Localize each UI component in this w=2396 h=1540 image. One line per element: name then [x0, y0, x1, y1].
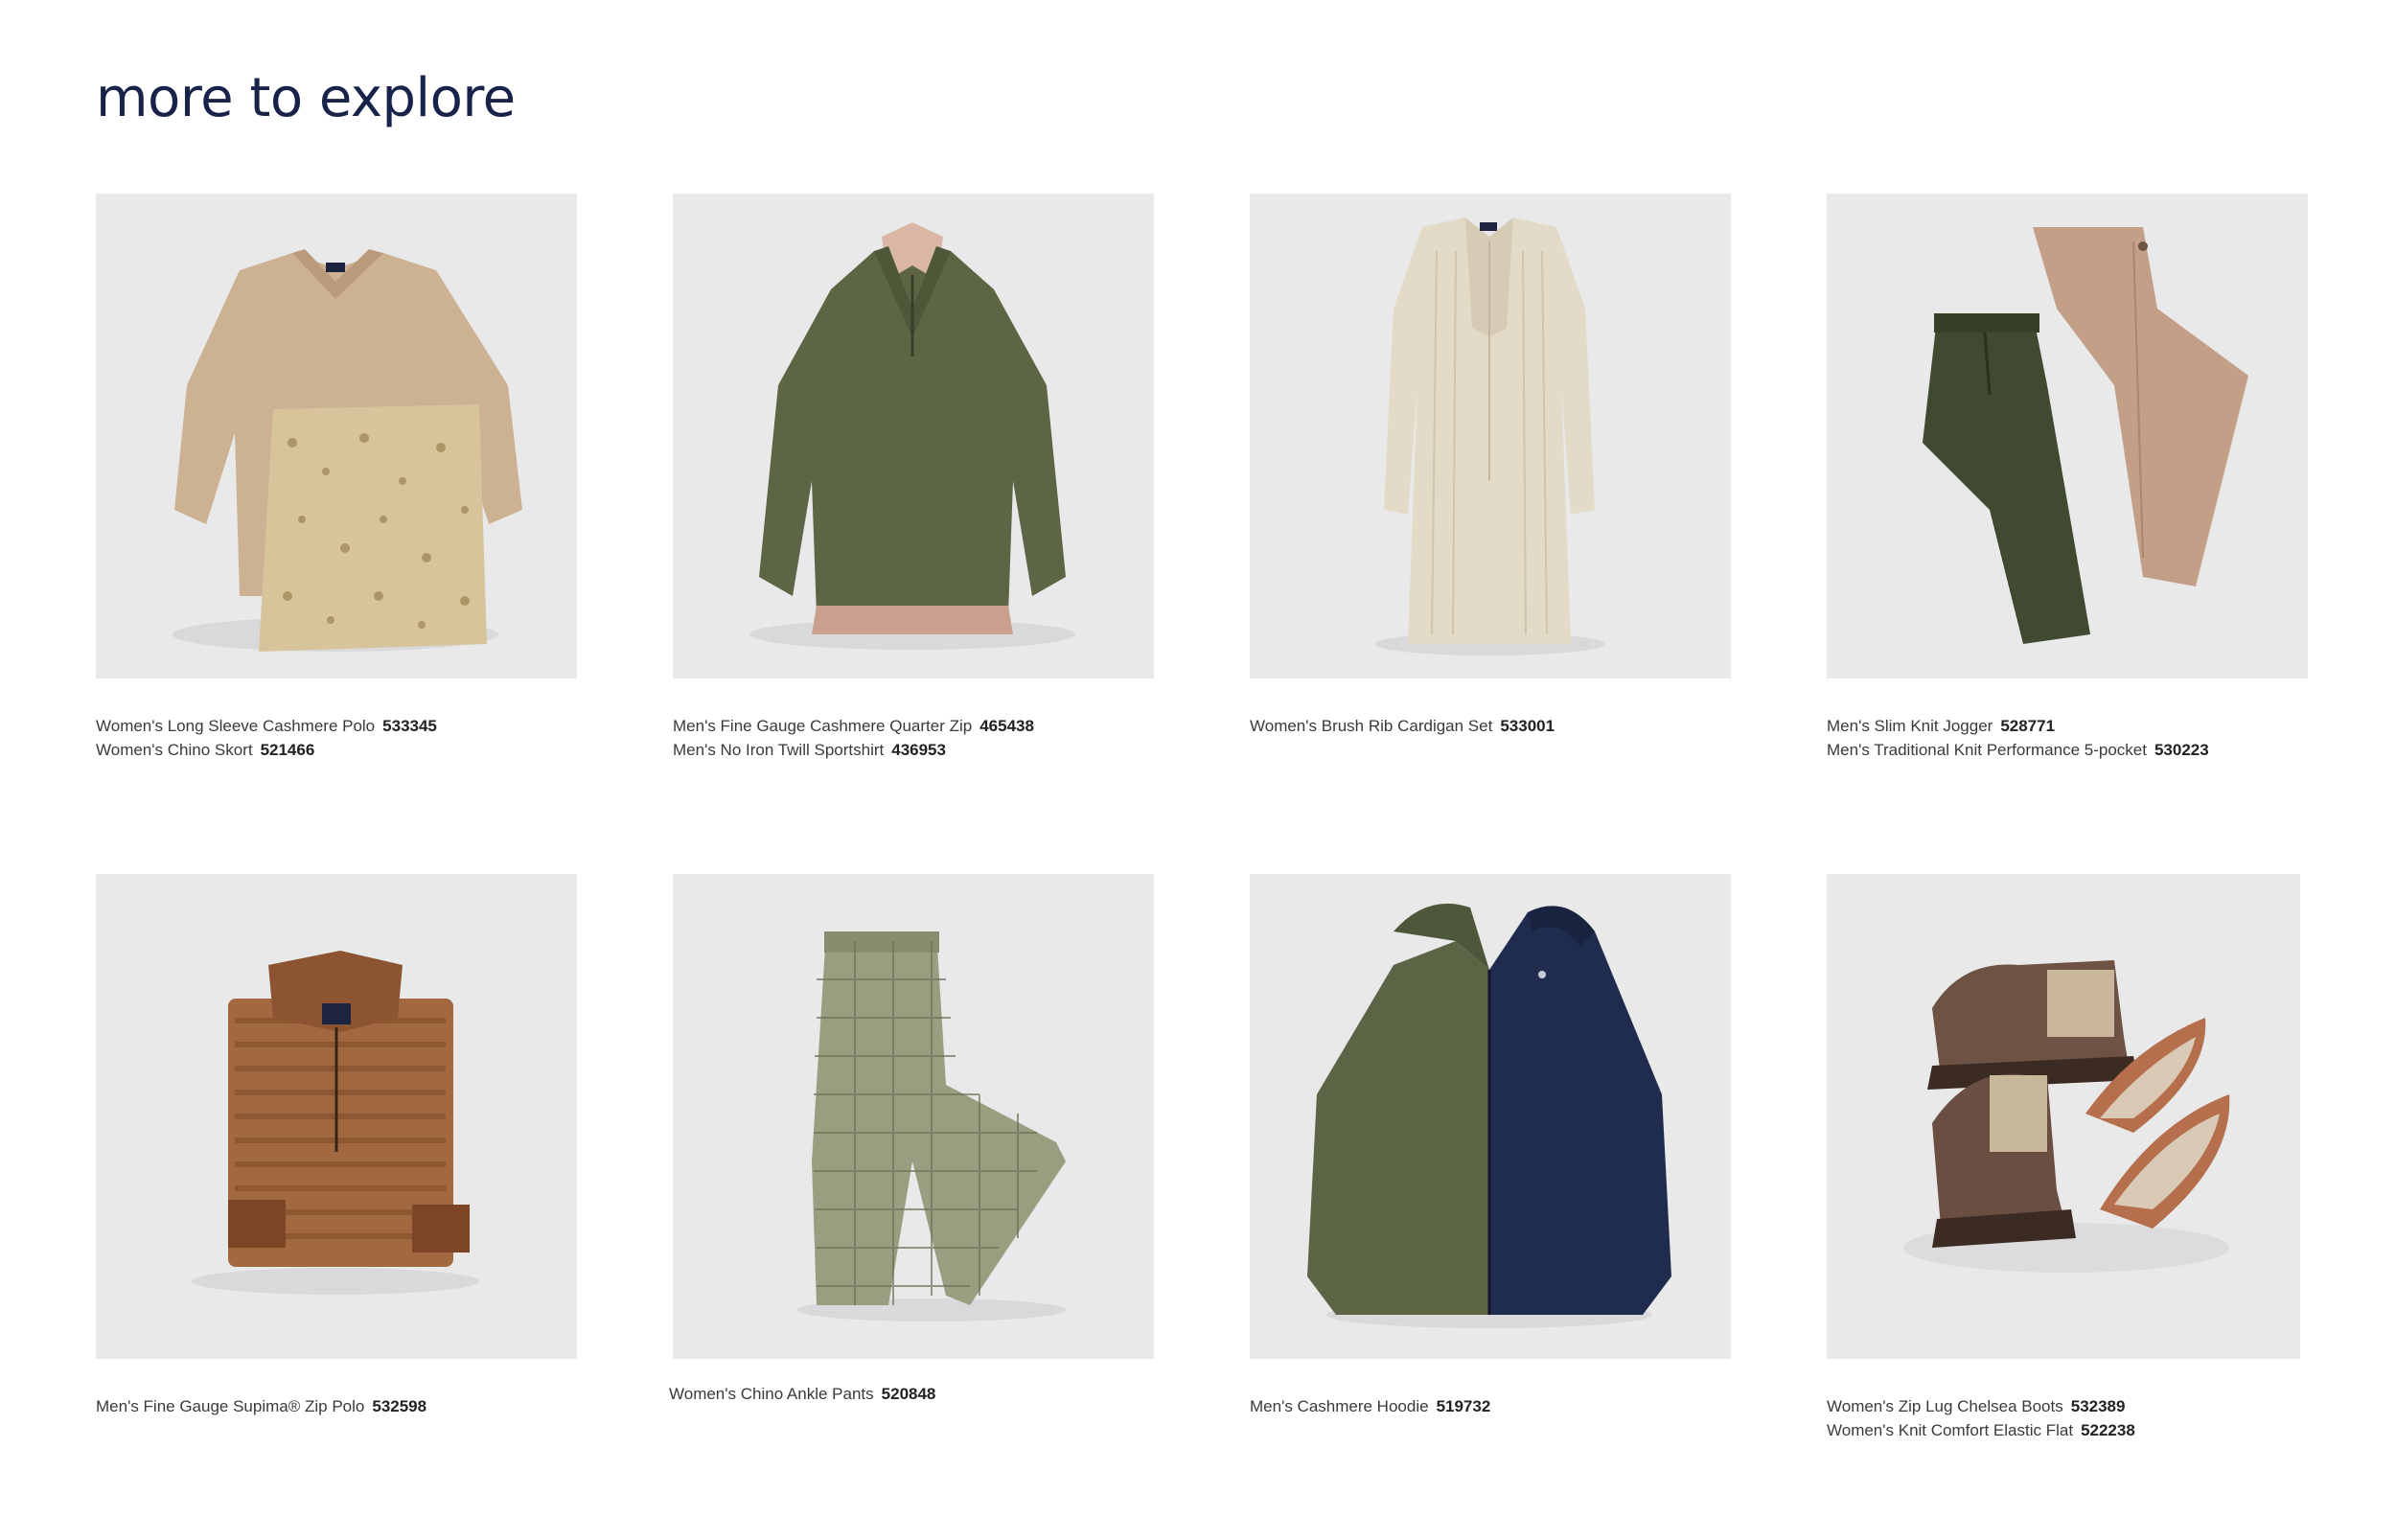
caption-line[interactable]: Men's Slim Knit Jogger 528771: [1827, 714, 2308, 738]
cashmere-quarter-zip-illustration: [749, 222, 1075, 650]
rib-cardigan-set-illustration: [1374, 218, 1604, 655]
product-sku: 533345: [382, 717, 437, 735]
caption-line[interactable]: Men's Fine Gauge Cashmere Quarter Zip 465…: [673, 714, 1154, 738]
jogger-and-5-pocket-pants-illustration: [1923, 227, 2248, 644]
product-caption: Men's Fine Gauge Cashmere Quarter Zip 465…: [673, 714, 1154, 762]
cashmere-polo-and-skort-illustration: [173, 249, 522, 652]
product-card-cashmere-hoodie[interactable]: Men's Cashmere Hoodie 519732: [1250, 874, 1731, 1418]
product-image[interactable]: [96, 194, 577, 678]
product-caption: Women's Zip Lug Chelsea Boots 532389 Wome…: [1827, 1394, 2300, 1442]
product-name: Women's Long Sleeve Cashmere Polo: [96, 717, 376, 735]
product-name: Women's Knit Comfort Elastic Flat: [1827, 1421, 2074, 1439]
product-name: Women's Zip Lug Chelsea Boots: [1827, 1397, 2063, 1415]
page-title: more to explore: [96, 67, 516, 129]
product-name: Women's Chino Ankle Pants: [669, 1385, 874, 1403]
chino-ankle-pants-illustration: [797, 931, 1066, 1322]
product-image[interactable]: [673, 194, 1154, 678]
product-sku: 465438: [979, 717, 1034, 735]
product-caption: Women's Long Sleeve Cashmere Polo 533345 …: [96, 714, 577, 762]
product-sku: 520848: [881, 1385, 936, 1403]
product-name: Men's No Iron Twill Sportshirt: [673, 741, 885, 759]
product-card-ankle-pants[interactable]: Women's Chino Ankle Pants 520848: [669, 874, 1154, 1406]
product-sku: 522238: [2081, 1421, 2135, 1439]
product-sku: 521466: [260, 741, 315, 759]
product-card-quarter-zip[interactable]: Men's Fine Gauge Cashmere Quarter Zip 465…: [673, 194, 1154, 762]
product-sku: 436953: [891, 741, 946, 759]
product-name: Women's Brush Rib Cardigan Set: [1250, 717, 1493, 735]
product-caption: Men's Fine Gauge Supima® Zip Polo 532598: [96, 1394, 577, 1418]
caption-line[interactable]: Men's Traditional Knit Performance 5-poc…: [1827, 738, 2308, 762]
caption-line[interactable]: Men's No Iron Twill Sportshirt 436953: [673, 738, 1154, 762]
product-caption: Men's Slim Knit Jogger 528771 Men's Tradi…: [1827, 714, 2308, 762]
product-caption: Men's Cashmere Hoodie 519732: [1250, 1394, 1731, 1418]
product-sku: 532598: [372, 1397, 427, 1415]
product-name: Men's Fine Gauge Cashmere Quarter Zip: [673, 717, 973, 735]
product-image[interactable]: [96, 874, 577, 1359]
product-image[interactable]: [1250, 874, 1731, 1359]
product-image[interactable]: [1827, 874, 2300, 1359]
caption-line[interactable]: Women's Long Sleeve Cashmere Polo 533345: [96, 714, 577, 738]
product-sku: 532389: [2070, 1397, 2126, 1415]
product-name: Men's Slim Knit Jogger: [1827, 717, 1993, 735]
caption-line[interactable]: Women's Chino Ankle Pants 520848: [669, 1382, 1154, 1406]
product-name: Men's Cashmere Hoodie: [1250, 1397, 1429, 1415]
product-card-polo-skort[interactable]: Women's Long Sleeve Cashmere Polo 533345 …: [96, 194, 577, 762]
product-name: Men's Traditional Knit Performance 5-poc…: [1827, 741, 2147, 759]
caption-line[interactable]: Men's Fine Gauge Supima® Zip Polo 532598: [96, 1394, 577, 1418]
chelsea-boots-and-flats-illustration: [1903, 960, 2230, 1273]
product-name: Women's Chino Skort: [96, 741, 253, 759]
product-image[interactable]: [1250, 194, 1731, 678]
product-sku: 530223: [2154, 741, 2209, 759]
product-sku: 533001: [1500, 717, 1555, 735]
product-card-cardigan[interactable]: Women's Brush Rib Cardigan Set 533001: [1250, 194, 1731, 738]
product-caption: Women's Brush Rib Cardigan Set 533001: [1250, 714, 1731, 738]
product-card-zip-polo[interactable]: Men's Fine Gauge Supima® Zip Polo 532598: [96, 874, 577, 1418]
product-image[interactable]: [673, 874, 1154, 1359]
cashmere-hoodies-illustration: [1307, 903, 1671, 1328]
product-card-boots-flats[interactable]: Women's Zip Lug Chelsea Boots 532389 Wome…: [1827, 874, 2300, 1442]
product-sku: 528771: [2000, 717, 2056, 735]
product-image[interactable]: [1827, 194, 2308, 678]
caption-line[interactable]: Women's Brush Rib Cardigan Set 533001: [1250, 714, 1731, 738]
product-sku: 519732: [1436, 1397, 1491, 1415]
supima-zip-polo-illustration: [192, 951, 479, 1295]
product-card-jogger-pants[interactable]: Men's Slim Knit Jogger 528771 Men's Tradi…: [1827, 194, 2308, 762]
caption-line[interactable]: Women's Knit Comfort Elastic Flat 522238: [1827, 1418, 2300, 1442]
product-name: Men's Fine Gauge Supima® Zip Polo: [96, 1397, 365, 1415]
caption-line[interactable]: Men's Cashmere Hoodie 519732: [1250, 1394, 1731, 1418]
caption-line[interactable]: Women's Zip Lug Chelsea Boots 532389: [1827, 1394, 2300, 1418]
caption-line[interactable]: Women's Chino Skort 521466: [96, 738, 577, 762]
product-caption: Women's Chino Ankle Pants 520848: [669, 1382, 1154, 1406]
